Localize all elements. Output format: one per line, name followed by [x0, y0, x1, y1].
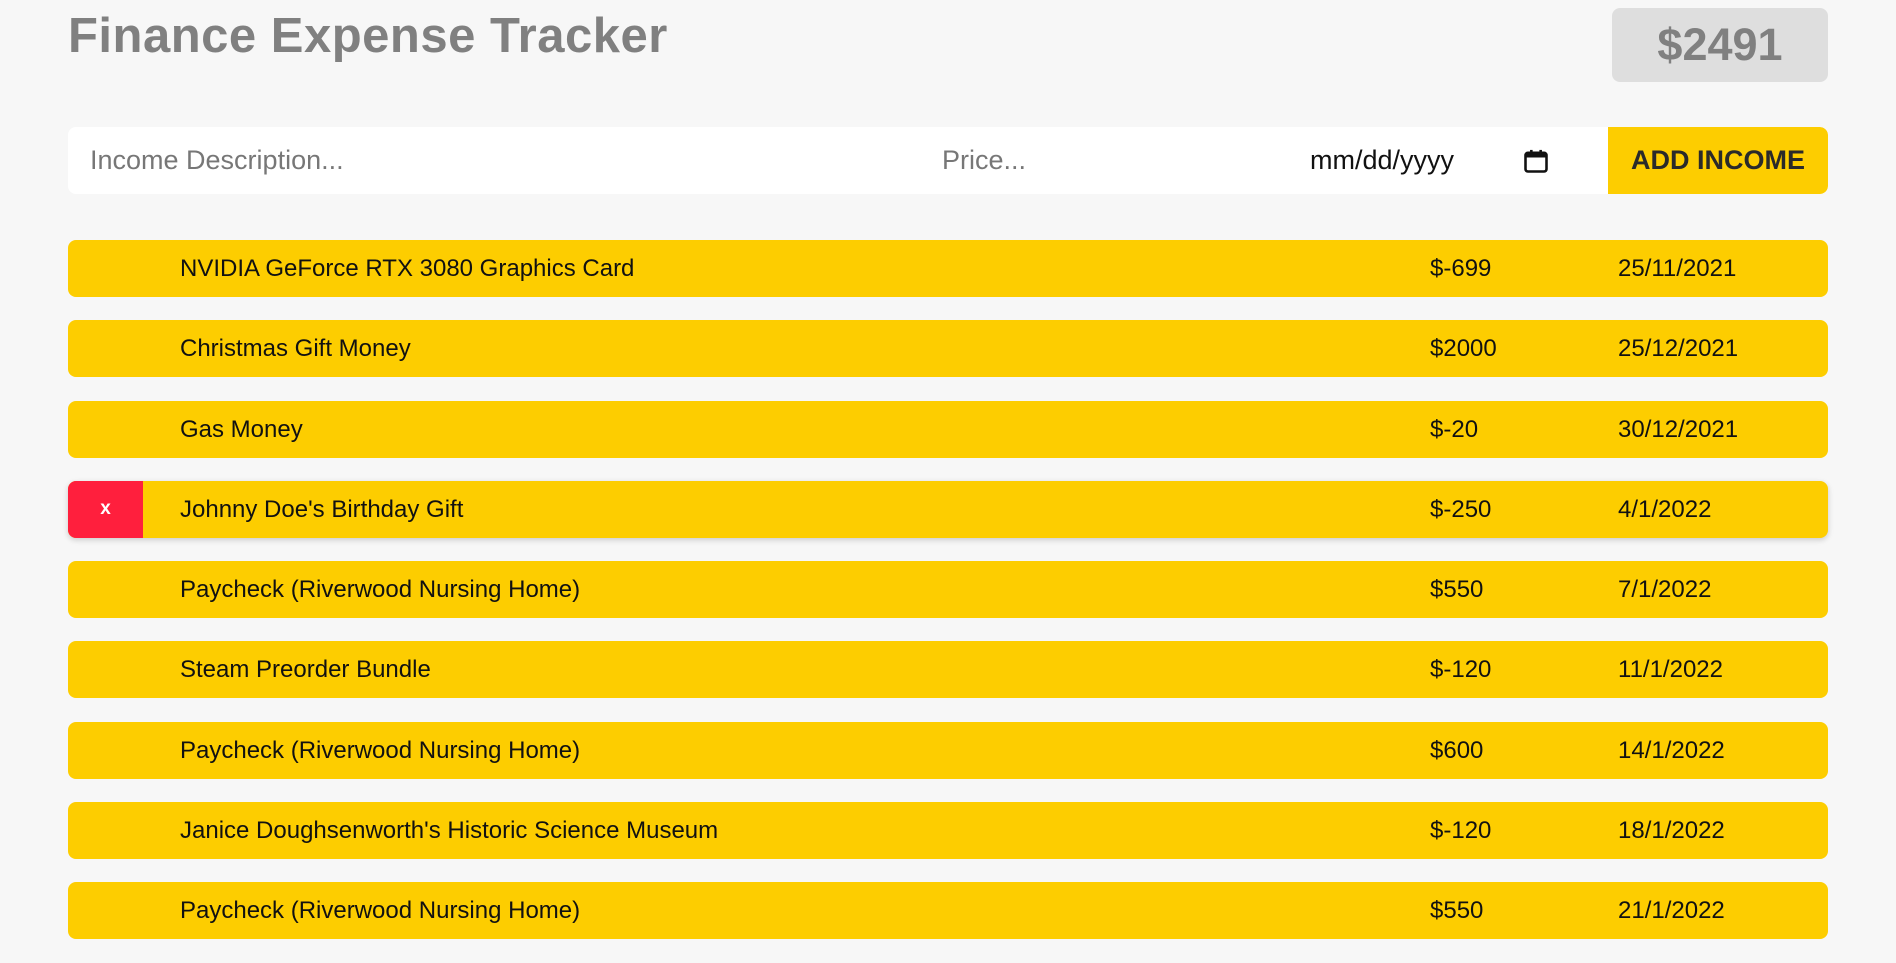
- entry-date: 21/1/2022: [1618, 897, 1725, 925]
- income-form: mm/dd/yyyy ADD INCOME: [68, 127, 1828, 194]
- date-placeholder: mm/dd/yyyy: [1310, 145, 1455, 175]
- entry-description: Christmas Gift Money: [180, 335, 411, 363]
- entry-price: $550: [1430, 897, 1484, 925]
- description-input[interactable]: [68, 127, 926, 194]
- entry-price: $2000: [1430, 335, 1497, 363]
- list-item[interactable]: Gas Money $-20 30/12/2021: [68, 400, 1828, 458]
- list-item[interactable]: Steam Preorder Bundle $-120 11/1/2022: [68, 641, 1828, 699]
- entry-description: Johnny Doe's Birthday Gift: [180, 495, 464, 523]
- list-item[interactable]: Christmas Gift Money $2000 25/12/2021: [68, 320, 1828, 378]
- list-item[interactable]: x Johnny Doe's Birthday Gift $-250 4/1/2022: [68, 480, 1828, 538]
- list-item[interactable]: Janice Doughsenworth's Historic Science …: [68, 802, 1828, 860]
- entry-date: 11/1/2022: [1618, 656, 1723, 684]
- entry-description: NVIDIA GeForce RTX 3080 Graphics Card: [180, 255, 635, 282]
- entry-price: $-120: [1430, 656, 1492, 684]
- total-balance: $2491: [1612, 8, 1828, 82]
- list-item[interactable]: NVIDIA GeForce RTX 3080 Graphics Card $-6…: [68, 240, 1828, 297]
- entry-description: Paycheck (Riverwood Nursing Home): [180, 576, 581, 604]
- entry-date: 14/1/2022: [1618, 736, 1725, 764]
- add-income-button[interactable]: ADD INCOME: [1608, 127, 1828, 194]
- entry-date: 4/1/2022: [1618, 495, 1712, 523]
- entry-description: Paycheck (Riverwood Nursing Home): [180, 736, 581, 764]
- header: Finance Expense Tracker $2491: [68, 0, 1828, 96]
- entry-description: Janice Doughsenworth's Historic Science …: [180, 817, 719, 845]
- entry-price: $550: [1430, 576, 1484, 604]
- entry-date: 25/11/2021: [1618, 255, 1737, 282]
- entry-price: $-120: [1430, 817, 1492, 845]
- price-input[interactable]: [926, 127, 1310, 194]
- entry-description: Steam Preorder Bundle: [180, 656, 431, 684]
- entry-price: $600: [1430, 736, 1484, 764]
- list-item[interactable]: Paycheck (Riverwood Nursing Home) $550 7/1…: [68, 561, 1828, 619]
- entry-price: $-20: [1430, 415, 1479, 443]
- entry-description: Gas Money: [180, 415, 303, 443]
- entry-price: $-699: [1430, 255, 1492, 282]
- entry-date: 30/12/2021: [1618, 415, 1739, 443]
- app: Finance Expense Tracker $2491 mm/dd/yyyy…: [68, 0, 1828, 940]
- entry-date: 25/12/2021: [1618, 335, 1739, 363]
- list-item[interactable]: Paycheck (Riverwood Nursing Home) $550 21/…: [68, 882, 1828, 940]
- entry-date: 18/1/2022: [1618, 817, 1725, 845]
- date-input[interactable]: mm/dd/yyyy: [1310, 127, 1576, 194]
- delete-button[interactable]: x: [68, 480, 143, 538]
- list-item[interactable]: Paycheck (Riverwood Nursing Home) $600 14/…: [68, 721, 1828, 779]
- entry-date: 7/1/2022: [1618, 576, 1712, 604]
- calendar-icon[interactable]: [1522, 147, 1550, 175]
- entry-description: Paycheck (Riverwood Nursing Home): [180, 897, 581, 925]
- expense-list: NVIDIA GeForce RTX 3080 Graphics Card $-6…: [68, 240, 1828, 963]
- page-title: Finance Expense Tracker: [68, 9, 668, 63]
- entry-price: $-250: [1430, 495, 1492, 523]
